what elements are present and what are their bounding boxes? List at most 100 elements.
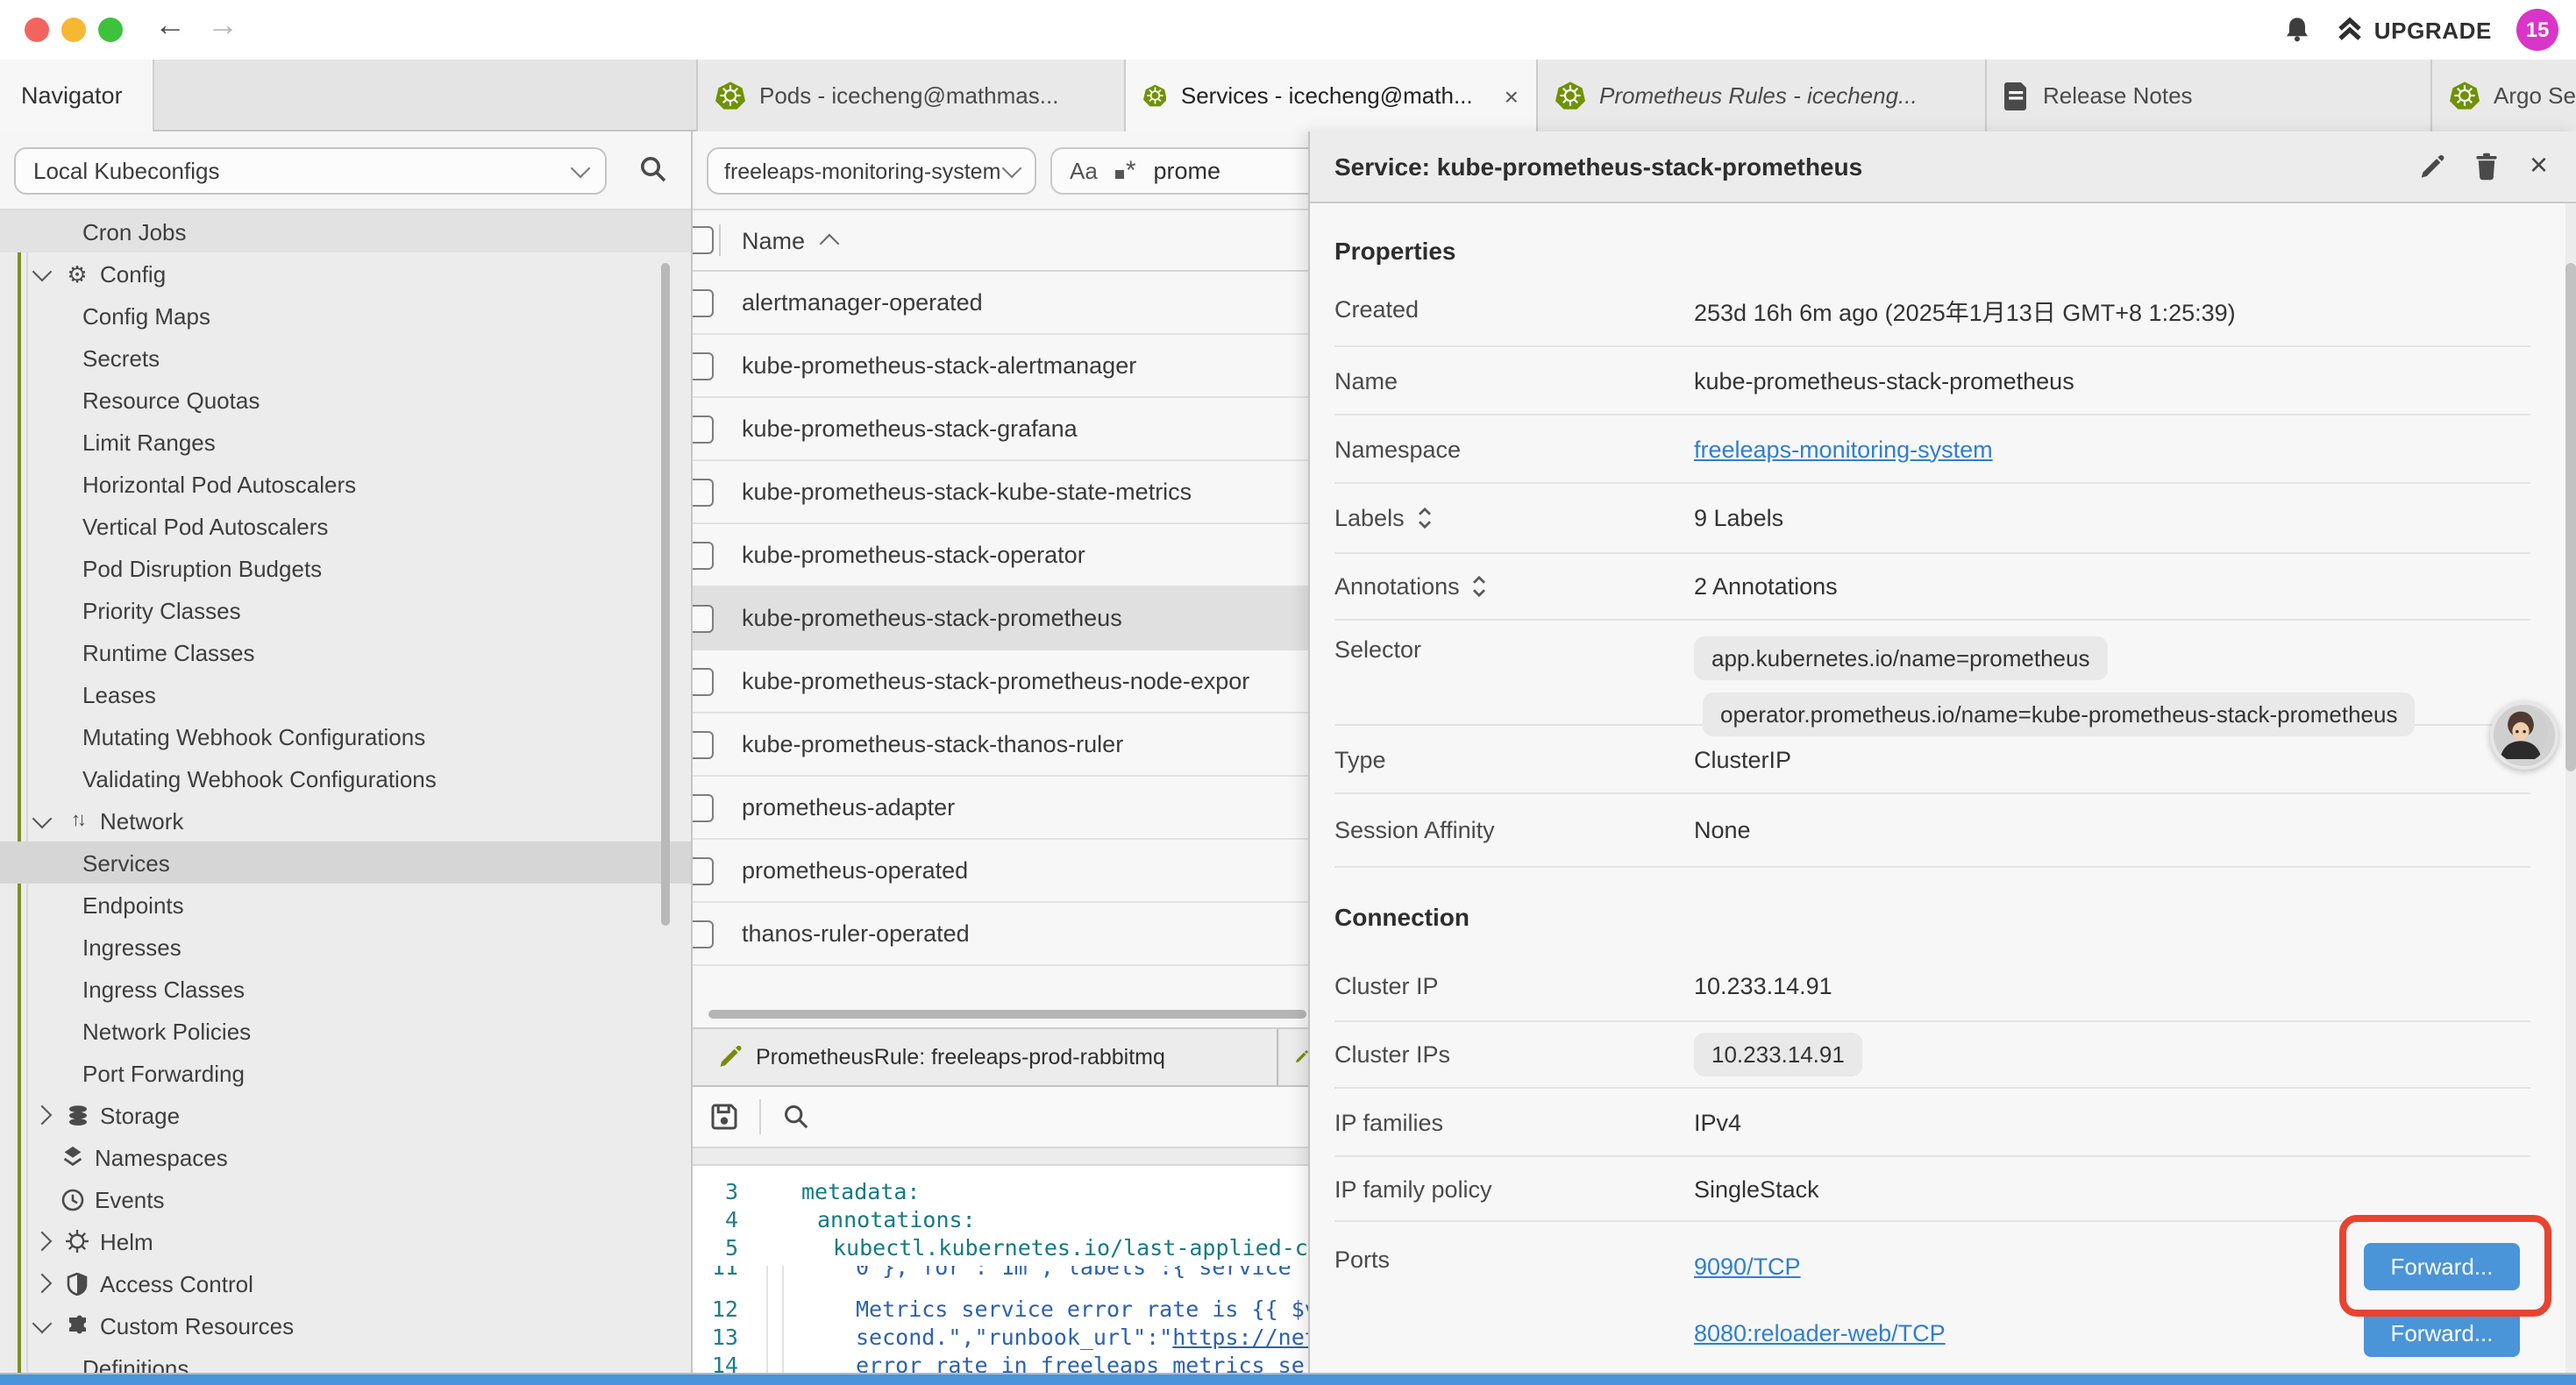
sidebar-item-validating-webhook-configurations[interactable]: Validating Webhook Configurations xyxy=(0,757,691,799)
search-icon[interactable] xyxy=(638,154,668,184)
sidebar-item-services[interactable]: Services xyxy=(0,842,691,884)
filter-input[interactable]: Aa * prome xyxy=(1050,147,1308,195)
sidebar-item-network-policies[interactable]: Network Policies xyxy=(0,1010,691,1052)
table-row[interactable]: thanos-ruler-operated xyxy=(693,903,1308,966)
row-checkbox[interactable] xyxy=(693,288,714,316)
tab-prometheus-rules[interactable]: Prometheus Rules - icecheng... xyxy=(1538,60,1987,131)
sidebar-item-custom-resources[interactable]: Custom Resources xyxy=(0,1304,691,1346)
save-icon[interactable] xyxy=(710,1103,738,1131)
horizontal-scrollbar[interactable] xyxy=(708,1010,1306,1019)
table-row[interactable]: alertmanager-operated xyxy=(693,272,1308,335)
sidebar-item-namespaces[interactable]: Namespaces xyxy=(0,1136,691,1178)
sidebar-item-secrets[interactable]: Secrets xyxy=(0,337,691,379)
minimize-window-button[interactable] xyxy=(61,18,86,42)
sidebar-scrollbar[interactable] xyxy=(661,263,670,926)
code-link[interactable]: https://net xyxy=(1172,1324,1308,1350)
sidebar-item-storage[interactable]: Storage xyxy=(0,1094,691,1136)
code-line: metadata: xyxy=(749,1178,920,1206)
sidebar-item-endpoints[interactable]: Endpoints xyxy=(0,884,691,926)
table-row[interactable]: kube-prometheus-stack-prometheus-node-ex… xyxy=(693,650,1308,714)
sidebar-item-events[interactable]: Events xyxy=(0,1178,691,1220)
sidebar-item-horizontal-pod-autoscalers[interactable]: Horizontal Pod Autoscalers xyxy=(0,463,691,505)
table-row[interactable]: kube-prometheus-stack-operator xyxy=(693,524,1308,587)
network-arrows-icon: ↑↓ xyxy=(63,811,91,830)
row-checkbox[interactable] xyxy=(693,856,714,884)
table-row[interactable]: prometheus-adapter xyxy=(693,777,1308,840)
table-row[interactable]: kube-prometheus-stack-thanos-ruler xyxy=(693,714,1308,777)
tab-pods[interactable]: Pods - icecheng@mathmas... xyxy=(696,60,1126,131)
expand-collapse-icon[interactable] xyxy=(1472,575,1488,598)
bell-icon[interactable] xyxy=(2283,16,2311,44)
table-row-selected[interactable]: kube-prometheus-stack-prometheus xyxy=(693,587,1308,650)
notification-badge[interactable]: 15 xyxy=(2516,9,2558,51)
sidebar-item-pod-disruption-budgets[interactable]: Pod Disruption Budgets xyxy=(0,547,691,589)
selector-chip: operator.prometheus.io/name=kube-prometh… xyxy=(1703,692,2416,736)
tab-navigator[interactable]: Navigator xyxy=(0,60,154,131)
table-row[interactable]: kube-prometheus-stack-grafana xyxy=(693,398,1308,461)
row-checkbox[interactable] xyxy=(693,604,714,632)
sidebar-item-limit-ranges[interactable]: Limit Ranges xyxy=(0,421,691,463)
match-case-icon[interactable]: Aa xyxy=(1070,158,1098,184)
editor-tab-prometheusrule[interactable]: PrometheusRule: freeleaps-prod-rabbitmq xyxy=(693,1029,1278,1085)
tab-services[interactable]: Services - icecheng@math... × xyxy=(1126,60,1538,131)
sidebar-item-helm[interactable]: Helm xyxy=(0,1220,691,1262)
property-row-annotations: Annotations 2 Annotations xyxy=(1334,554,2530,621)
row-checkbox[interactable] xyxy=(693,793,714,821)
port-link[interactable]: 9090/TCP xyxy=(1694,1253,1801,1279)
kubeconfig-select[interactable]: Local Kubeconfigs xyxy=(14,147,607,195)
sidebar-item-config-maps[interactable]: Config Maps xyxy=(0,295,691,337)
row-checkbox[interactable] xyxy=(693,415,714,443)
tab-release-notes[interactable]: Release Notes xyxy=(1987,60,2432,131)
sidebar-item-port-forwarding[interactable]: Port Forwarding xyxy=(0,1052,691,1094)
table-row[interactable]: kube-prometheus-stack-alertmanager xyxy=(693,335,1308,398)
sidebar-item-resource-quotas[interactable]: Resource Quotas xyxy=(0,379,691,421)
close-tab-icon[interactable]: × xyxy=(1505,82,1519,110)
sidebar-item-ingresses[interactable]: Ingresses xyxy=(0,926,691,968)
chevron-down-icon xyxy=(571,158,591,178)
row-checkbox[interactable] xyxy=(693,667,714,695)
back-arrow-icon[interactable]: ← xyxy=(154,7,186,44)
editor-tab-next[interactable] xyxy=(1280,1029,1308,1085)
row-checkbox[interactable] xyxy=(693,541,714,569)
yaml-editor[interactable]: 3metadata: 4annotations: 5kubectl.kubern… xyxy=(693,1166,1308,1373)
sidebar-item-definitions[interactable]: Definitions xyxy=(0,1346,691,1373)
row-checkbox[interactable] xyxy=(693,920,714,948)
pencil-icon xyxy=(1294,1045,1308,1069)
sidebar-item-priority-classes[interactable]: Priority Classes xyxy=(0,589,691,631)
sidebar-item-leases[interactable]: Leases xyxy=(0,673,691,715)
sidebar-item-vertical-pod-autoscalers[interactable]: Vertical Pod Autoscalers xyxy=(0,505,691,547)
editor-search-icon[interactable] xyxy=(782,1103,810,1131)
zoom-window-button[interactable] xyxy=(98,18,123,42)
chevron-right-icon xyxy=(32,1232,53,1252)
sidebar-item-access-control[interactable]: Access Control xyxy=(0,1262,691,1304)
sidebar-item-config[interactable]: ⚙Config xyxy=(0,252,691,295)
column-header-name[interactable]: Name xyxy=(742,210,836,270)
table-row[interactable]: kube-prometheus-stack-kube-state-metrics xyxy=(693,461,1308,524)
row-checkbox[interactable] xyxy=(693,730,714,758)
upgrade-button[interactable]: UPGRADE xyxy=(2336,16,2492,44)
row-checkbox[interactable] xyxy=(693,478,714,506)
close-window-button[interactable] xyxy=(25,18,49,42)
sidebar-item-cron-jobs[interactable]: Cron Jobs xyxy=(0,210,691,252)
drawer-scrollbar[interactable] xyxy=(2565,263,2576,771)
regex-icon[interactable]: * xyxy=(1115,156,1136,186)
namespace-select[interactable]: freeleaps-monitoring-system xyxy=(707,147,1036,195)
sidebar-item-network[interactable]: ↑↓Network xyxy=(0,799,691,842)
forward-arrow-icon[interactable]: → xyxy=(207,7,238,44)
close-icon[interactable]: × xyxy=(2530,149,2548,181)
expand-collapse-icon[interactable] xyxy=(1417,507,1433,529)
sidebar-item-runtime-classes[interactable]: Runtime Classes xyxy=(0,631,691,673)
avatar[interactable] xyxy=(2490,701,2558,770)
tab-argo[interactable]: Argo Se xyxy=(2432,60,2576,131)
select-all-checkbox[interactable] xyxy=(693,226,714,254)
namespace-link[interactable]: freeleaps-monitoring-system xyxy=(1694,436,1993,462)
delete-icon[interactable] xyxy=(2475,153,2500,181)
gear-icon: ⚙ xyxy=(63,262,91,285)
table-row[interactable]: prometheus-operated xyxy=(693,840,1308,903)
sidebar-item-ingress-classes[interactable]: Ingress Classes xyxy=(0,968,691,1010)
sidebar-item-mutating-webhook-configurations[interactable]: Mutating Webhook Configurations xyxy=(0,715,691,757)
row-checkbox[interactable] xyxy=(693,352,714,380)
code-line: Metrics service error rate is {{ $va xyxy=(749,1296,1308,1324)
port-link[interactable]: 8080:reloader-web/TCP xyxy=(1694,1319,1946,1346)
edit-icon[interactable] xyxy=(2419,153,2445,180)
